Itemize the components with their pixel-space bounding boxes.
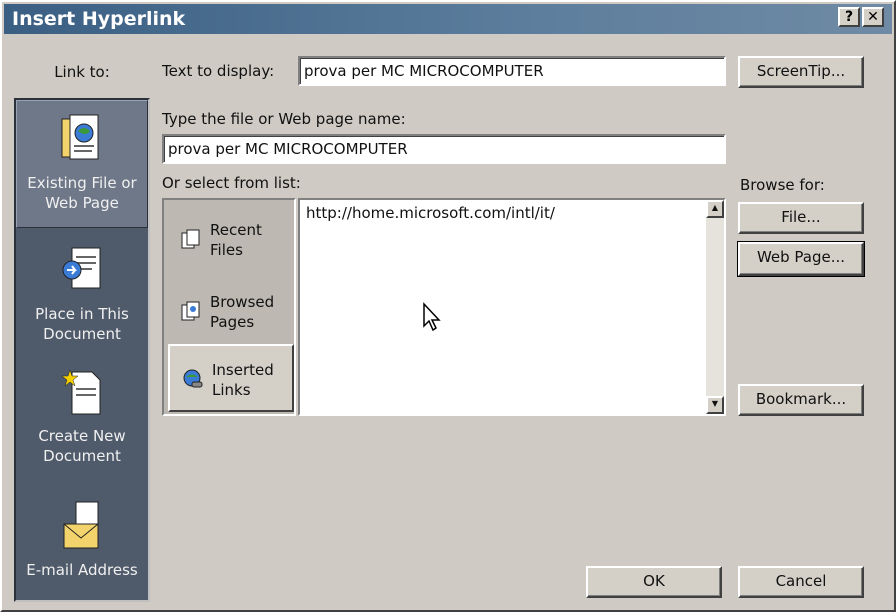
browse-web-page-button[interactable]: Web Page... — [737, 241, 865, 277]
cancel-button[interactable]: Cancel — [738, 566, 864, 598]
frame-browsed-pages[interactable]: Browsed Pages — [168, 278, 294, 346]
place-in-document-label-2: Document — [43, 325, 121, 343]
frame-browsed-line1: Browsed — [210, 293, 275, 311]
select-from-list-label: Or select from list: — [162, 174, 301, 192]
place-create-new-label-1: Create New — [38, 427, 126, 445]
place-existing-file-label-1: Existing File or — [27, 174, 137, 192]
bookmark-button[interactable]: Bookmark... — [738, 384, 864, 416]
place-existing-file-label-2: Web Page — [45, 194, 119, 212]
scroll-up-icon[interactable]: ▲ — [706, 200, 724, 218]
place-existing-file[interactable]: Existing File or Web Page — [16, 100, 148, 228]
frame-inserted-links[interactable]: Inserted Links — [168, 344, 294, 412]
place-email-label: E-mail Address — [26, 561, 138, 579]
list-source-frames: Recent Files Browsed Pages Inserted Link… — [162, 198, 296, 416]
browse-file-button[interactable]: File... — [738, 202, 864, 234]
frame-inserted-line1: Inserted — [212, 361, 274, 379]
title-bar: Insert Hyperlink — [4, 4, 892, 34]
place-create-new-document[interactable]: Create New Document — [16, 366, 148, 486]
place-in-document-label-1: Place in This — [35, 305, 129, 323]
place-in-document[interactable]: Place in This Document — [16, 244, 148, 364]
file-name-label: Type the file or Web page name: — [162, 110, 406, 128]
link-to-label: Link to: — [54, 63, 110, 81]
frame-browsed-line2: Pages — [210, 313, 255, 331]
text-to-display-input[interactable]: prova per MC MICROCOMPUTER — [298, 56, 726, 86]
scroll-down-icon[interactable]: ▼ — [706, 396, 724, 414]
place-create-new-label-2: Document — [43, 447, 121, 465]
recent-files-icon — [181, 229, 200, 249]
inserted-links-icon — [183, 369, 203, 388]
list-item[interactable]: http://home.microsoft.com/intl/it/ — [306, 204, 555, 222]
ok-button[interactable]: OK — [586, 566, 722, 598]
dialog-title: Insert Hyperlink — [12, 8, 186, 30]
list-scrollbar[interactable]: ▲ ▼ — [706, 200, 724, 414]
link-list-box[interactable]: http://home.microsoft.com/intl/it/ ▲ ▼ — [298, 198, 726, 416]
existing-file-icon — [58, 113, 106, 169]
browse-for-label: Browse for: — [740, 176, 825, 194]
place-in-document-icon — [58, 244, 106, 300]
frame-recent-line1: Recent — [210, 221, 262, 239]
frame-recent-line2: Files — [210, 241, 243, 259]
file-name-input[interactable]: prova per MC MICROCOMPUTER — [162, 134, 726, 164]
screentip-button[interactable]: ScreenTip... — [738, 56, 864, 88]
text-to-display-label: Text to display: — [162, 62, 275, 80]
mouse-cursor-icon — [423, 302, 441, 332]
link-to-places-bar: Existing File or Web Page Place in This … — [14, 98, 150, 602]
frame-inserted-line2: Links — [212, 381, 251, 399]
place-email-address[interactable]: E-mail Address — [16, 500, 148, 596]
email-icon — [58, 500, 106, 556]
create-new-document-icon — [58, 366, 106, 422]
help-button[interactable]: ? — [838, 7, 860, 27]
browsed-pages-icon — [181, 301, 200, 321]
frame-recent-files[interactable]: Recent Files — [168, 206, 294, 274]
close-button[interactable]: ✕ — [862, 7, 884, 27]
insert-hyperlink-dialog: Insert Hyperlink ? ✕ Link to: Existing F… — [0, 0, 896, 612]
